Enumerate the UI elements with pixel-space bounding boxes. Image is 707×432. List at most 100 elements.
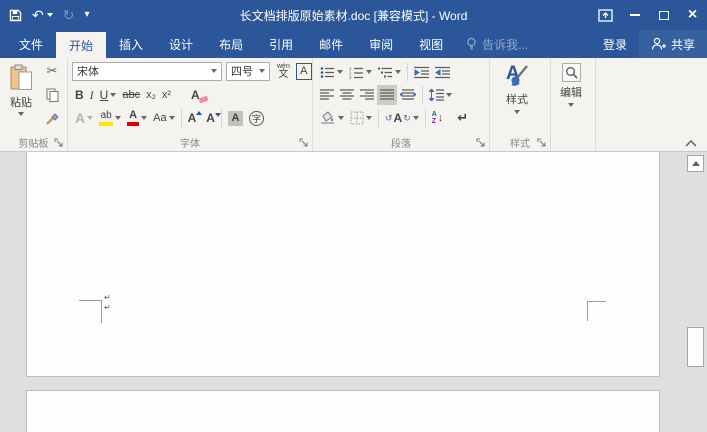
save-button[interactable]: [9, 9, 22, 22]
shrink-font-button[interactable]: A: [203, 108, 218, 128]
increase-indent-button[interactable]: [432, 62, 453, 82]
borders-button[interactable]: [347, 108, 375, 128]
document-page-1[interactable]: [26, 152, 660, 377]
save-icon: [9, 9, 22, 22]
shading-dropdown-icon[interactable]: [338, 116, 344, 120]
format-painter-icon: [45, 112, 59, 126]
sort-button[interactable]: AZ ↓: [429, 108, 447, 128]
redo-button[interactable]: ↻: [63, 8, 75, 22]
align-right-button[interactable]: [357, 85, 377, 105]
tab-mailings[interactable]: 邮件: [306, 30, 356, 58]
styles-button[interactable]: A 样式: [504, 61, 530, 114]
tab-insert[interactable]: 插入: [106, 30, 156, 58]
ribbon-display-options-button[interactable]: [591, 0, 620, 30]
tell-me-box[interactable]: 告诉我...: [456, 30, 538, 58]
qat-customize-button[interactable]: ▾: [84, 10, 89, 20]
change-case-button[interactable]: Aa: [150, 108, 177, 128]
highlight-dropdown-icon[interactable]: [115, 116, 121, 120]
distribute-button[interactable]: [397, 85, 419, 105]
styles-icon: A: [504, 63, 530, 89]
maximize-button[interactable]: [649, 0, 678, 30]
cut-button[interactable]: ✂: [42, 62, 62, 80]
editing-button[interactable]: 编辑: [560, 61, 582, 107]
multilevel-list-button[interactable]: [375, 62, 404, 82]
editing-group: 编辑: [551, 58, 596, 151]
bold-button[interactable]: B: [72, 85, 87, 105]
paragraph-group-label: 段落: [313, 135, 489, 150]
font-name-value: 宋体: [77, 63, 211, 79]
paste-button[interactable]: 粘贴: [3, 61, 39, 133]
tab-view[interactable]: 视图: [406, 30, 456, 58]
share-button[interactable]: 共享: [639, 30, 707, 58]
clipboard-dialog-launcher[interactable]: [54, 138, 64, 148]
tab-file[interactable]: 文件: [6, 30, 56, 58]
tab-references[interactable]: 引用: [256, 30, 306, 58]
justify-button[interactable]: [377, 85, 397, 105]
shading-button[interactable]: [317, 108, 347, 128]
bullets-button[interactable]: [317, 62, 346, 82]
close-button[interactable]: ×: [678, 0, 707, 30]
clear-formatting-icon: A: [191, 88, 200, 102]
undo-dropdown-icon[interactable]: [47, 13, 53, 17]
decrease-indent-button[interactable]: [411, 62, 432, 82]
asian-layout-button[interactable]: ↺A↻: [382, 108, 422, 128]
scroll-up-button[interactable]: [687, 155, 704, 172]
numbering-button[interactable]: 123: [346, 62, 375, 82]
tab-design[interactable]: 设计: [156, 30, 206, 58]
strikethrough-button[interactable]: abc: [119, 85, 143, 105]
scrollbar-thumb[interactable]: [687, 327, 704, 367]
asian-layout-dropdown-icon[interactable]: [413, 116, 419, 120]
font-color-dropdown-icon[interactable]: [141, 116, 147, 120]
undo-button[interactable]: ↶: [32, 8, 53, 22]
styles-dropdown-icon[interactable]: [514, 110, 520, 114]
vertical-scrollbar[interactable]: [685, 152, 707, 432]
change-case-dropdown-icon[interactable]: [169, 116, 175, 120]
document-page-2[interactable]: [26, 390, 660, 432]
multilevel-list-dropdown-icon[interactable]: [395, 70, 401, 74]
copy-button[interactable]: [42, 86, 62, 104]
text-effects-dropdown-icon[interactable]: [87, 116, 93, 120]
underline-button[interactable]: U: [97, 85, 120, 105]
clear-formatting-button[interactable]: A: [188, 85, 203, 105]
tab-review[interactable]: 审阅: [356, 30, 406, 58]
scissors-icon: ✂: [47, 63, 58, 79]
font-name-dropdown-icon[interactable]: [211, 69, 217, 73]
tab-layout[interactable]: 布局: [206, 30, 256, 58]
align-left-button[interactable]: [317, 85, 337, 105]
italic-button[interactable]: I: [87, 85, 97, 105]
phonetic-guide-button[interactable]: wén 文: [274, 61, 293, 81]
bullets-dropdown-icon[interactable]: [337, 70, 343, 74]
underline-dropdown-icon[interactable]: [110, 93, 116, 97]
collapse-ribbon-button[interactable]: [685, 140, 697, 147]
font-size-dropdown-icon[interactable]: [259, 69, 265, 73]
font-name-combo[interactable]: 宋体: [72, 62, 222, 81]
text-effects-button[interactable]: A: [72, 108, 96, 128]
show-hide-marks-button[interactable]: ↵: [454, 108, 471, 128]
paste-dropdown-icon[interactable]: [18, 112, 24, 116]
font-size-combo[interactable]: 四号: [226, 62, 270, 81]
title-bar: ↶ ↻ ▾ 长文档排版原始素材.doc [兼容模式] - Word ×: [0, 0, 707, 30]
font-color-button[interactable]: A: [124, 108, 150, 128]
paragraph-dialog-launcher[interactable]: [476, 138, 486, 148]
font-dialog-launcher[interactable]: [299, 138, 309, 148]
borders-dropdown-icon[interactable]: [366, 116, 372, 120]
character-shading-button[interactable]: A: [225, 108, 246, 128]
minimize-button[interactable]: [620, 0, 649, 30]
highlight-color-button[interactable]: ab: [96, 108, 124, 128]
format-painter-button[interactable]: [42, 110, 62, 128]
paragraph-mark-1: ↵: [104, 294, 111, 302]
align-center-button[interactable]: [337, 85, 357, 105]
window-title: 长文档排版原始素材.doc [兼容模式] - Word: [240, 7, 468, 24]
line-spacing-button[interactable]: [426, 85, 455, 105]
numbering-dropdown-icon[interactable]: [366, 70, 372, 74]
line-spacing-dropdown-icon[interactable]: [446, 93, 452, 97]
enclose-characters-button[interactable]: 字: [246, 108, 267, 128]
subscript-button[interactable]: x₂: [143, 85, 159, 105]
grow-font-button[interactable]: A: [185, 108, 200, 128]
superscript-button[interactable]: x²: [159, 85, 174, 105]
styles-dialog-launcher[interactable]: [537, 138, 547, 148]
sign-in-button[interactable]: 登录: [591, 30, 639, 58]
tab-home[interactable]: 开始: [56, 32, 106, 58]
character-border-button[interactable]: A: [293, 61, 315, 81]
editing-dropdown-icon[interactable]: [568, 103, 574, 107]
